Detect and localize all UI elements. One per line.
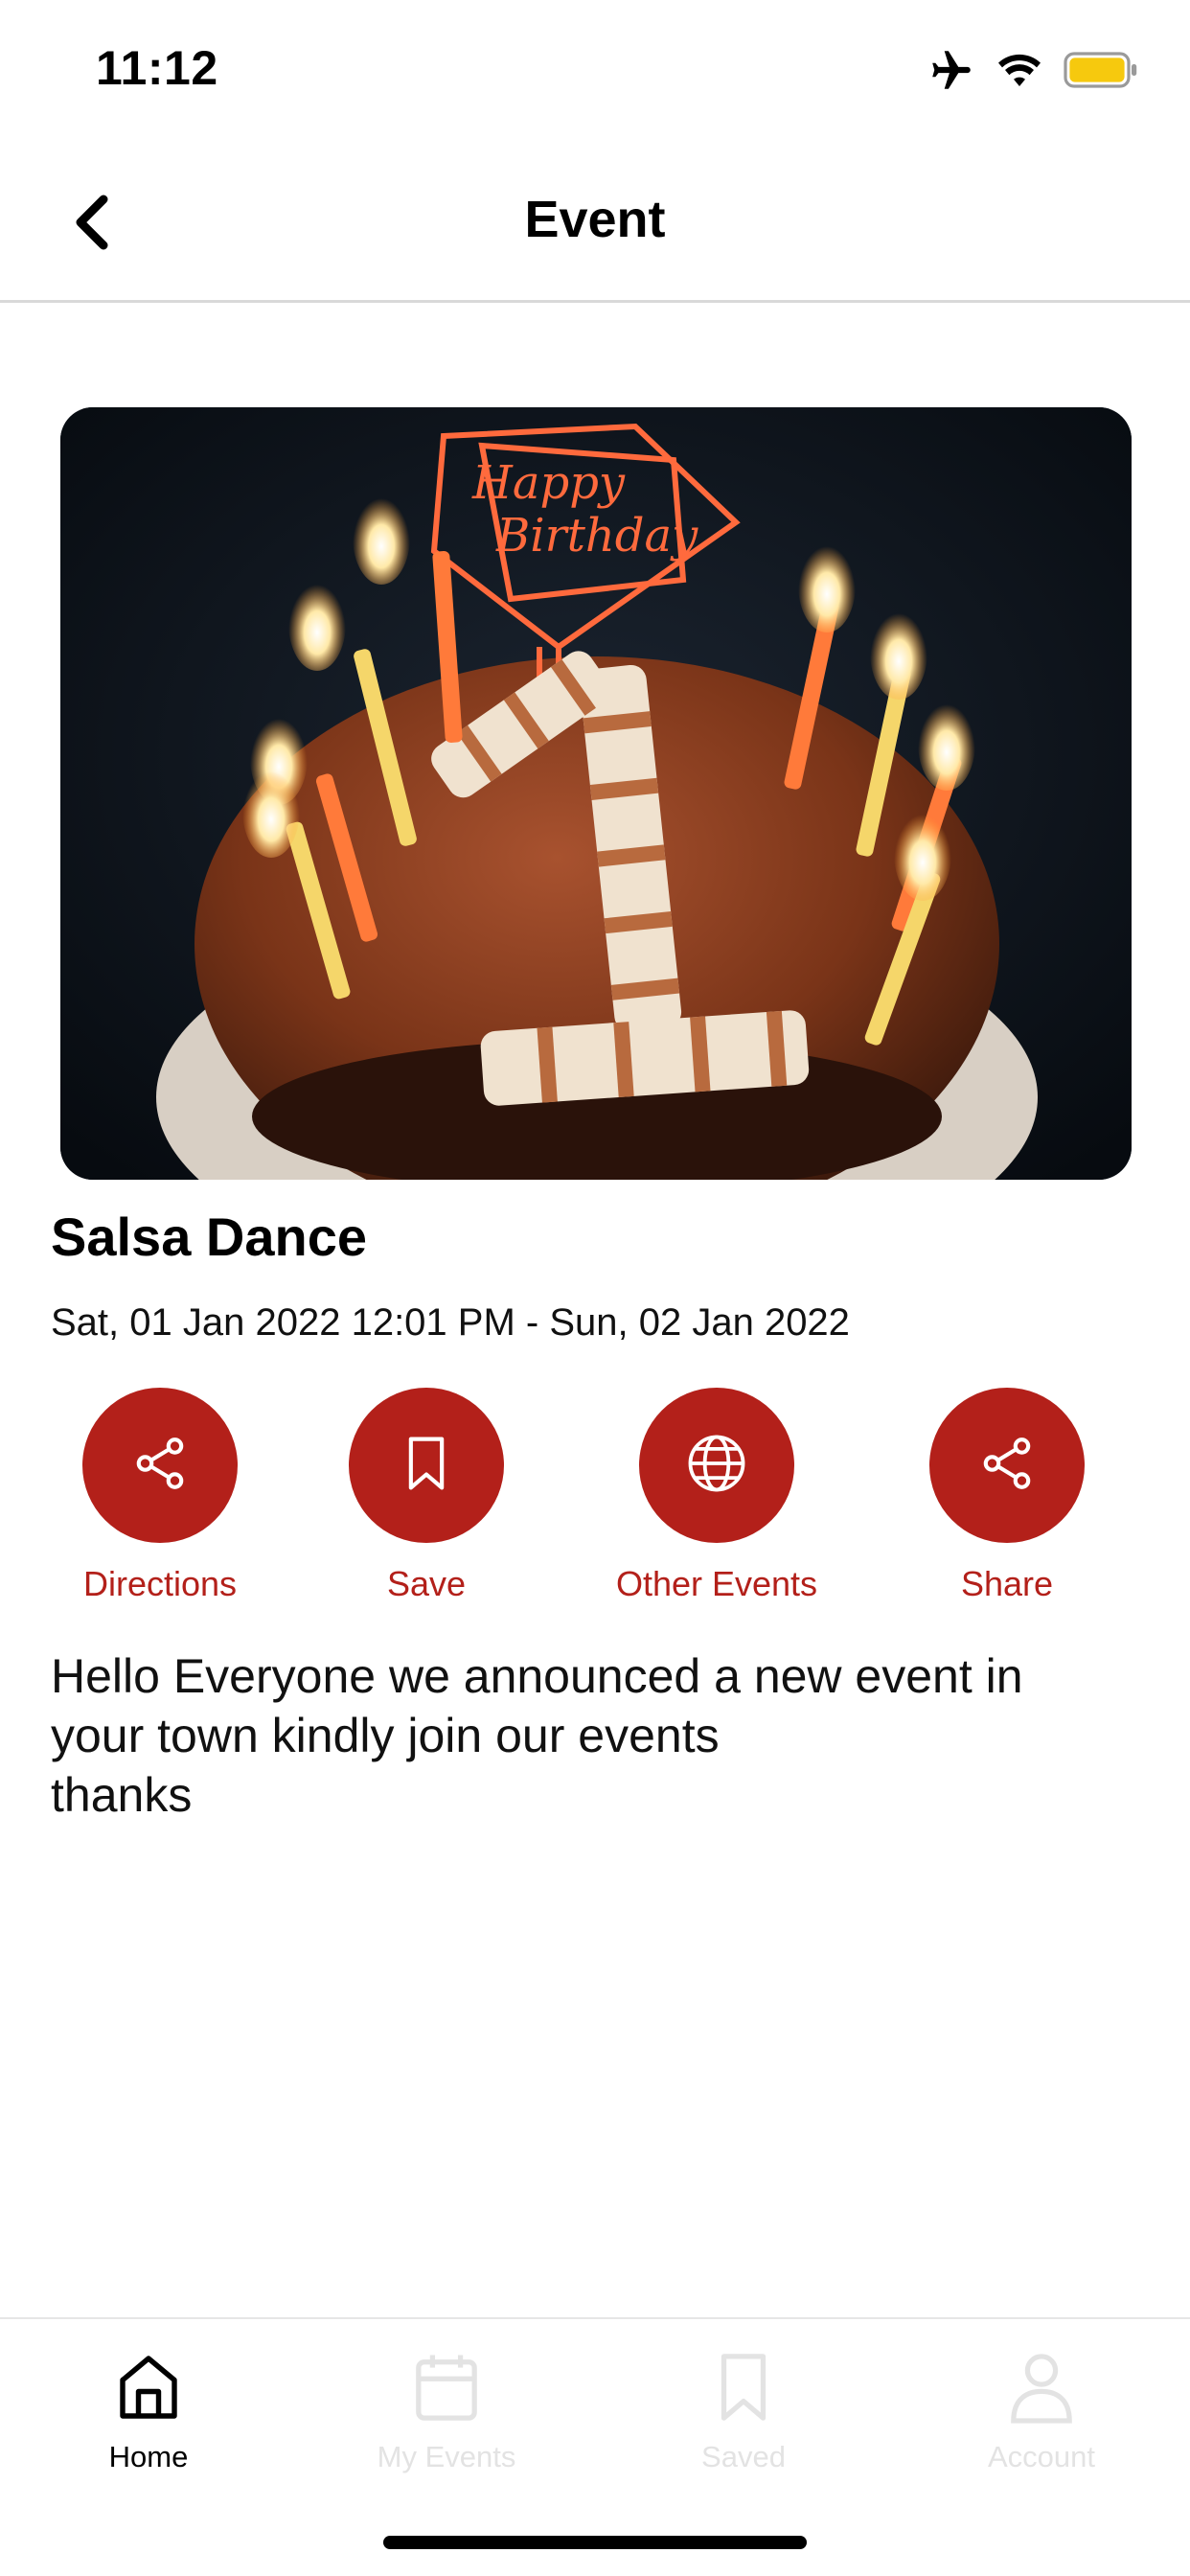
other-events-circle[interactable] <box>639 1388 794 1543</box>
home-icon <box>114 2351 183 2428</box>
page-title: Event <box>524 191 666 248</box>
tab-my-events-label: My Events <box>377 2440 516 2473</box>
event-image: Happy Birthday <box>60 407 1132 1180</box>
calendar-icon <box>413 2351 480 2428</box>
airplane-icon <box>927 48 975 97</box>
save-button[interactable]: Save <box>302 1388 551 1604</box>
tab-my-events[interactable]: My Events <box>298 2342 595 2474</box>
nav-header: Event <box>0 144 1190 303</box>
battery-icon <box>1064 52 1140 93</box>
home-indicator[interactable] <box>383 2536 807 2549</box>
event-title: Salsa Dance <box>51 1207 367 1267</box>
other-events-label: Other Events <box>615 1564 818 1603</box>
tab-saved[interactable]: Saved <box>595 2342 892 2474</box>
bookmark-icon <box>715 2351 772 2428</box>
share-button[interactable]: Share <box>882 1388 1132 1604</box>
event-actions: Directions Save Other Events Share <box>0 1388 1190 1608</box>
tab-account-label: Account <box>987 2440 1095 2473</box>
event-screen: 11:12 Event Happy Birthday Salsa Dance S… <box>0 0 1190 2576</box>
save-circle[interactable] <box>349 1388 504 1543</box>
bookmark-icon <box>400 1435 453 1497</box>
share-nodes-icon <box>130 1434 190 1498</box>
tab-saved-label: Saved <box>701 2440 786 2473</box>
svg-text:Happy: Happy <box>471 456 626 510</box>
directions-button[interactable]: Directions <box>35 1388 285 1604</box>
save-label: Save <box>386 1564 467 1603</box>
share-label: Share <box>960 1564 1054 1603</box>
event-dates: Sat, 01 Jan 2022 12:01 PM - Sun, 02 Jan … <box>51 1301 850 1344</box>
tab-home-label: Home <box>108 2440 189 2473</box>
share-nodes-icon <box>977 1434 1037 1498</box>
status-icons <box>927 48 1140 97</box>
svg-text:Birthday: Birthday <box>495 509 698 563</box>
wifi-icon <box>996 52 1042 93</box>
status-bar: 11:12 <box>0 0 1190 144</box>
status-time: 11:12 <box>96 41 218 95</box>
other-events-button[interactable]: Other Events <box>592 1388 841 1604</box>
tab-account[interactable]: Account <box>893 2342 1190 2474</box>
user-icon <box>1008 2351 1075 2428</box>
globe-icon <box>685 1432 748 1500</box>
tab-home[interactable]: Home <box>0 2342 297 2474</box>
directions-circle[interactable] <box>82 1388 238 1543</box>
share-circle[interactable] <box>929 1388 1085 1543</box>
directions-label: Directions <box>82 1564 238 1603</box>
event-description: Hello Everyone we announced a new event … <box>51 1649 1023 1822</box>
